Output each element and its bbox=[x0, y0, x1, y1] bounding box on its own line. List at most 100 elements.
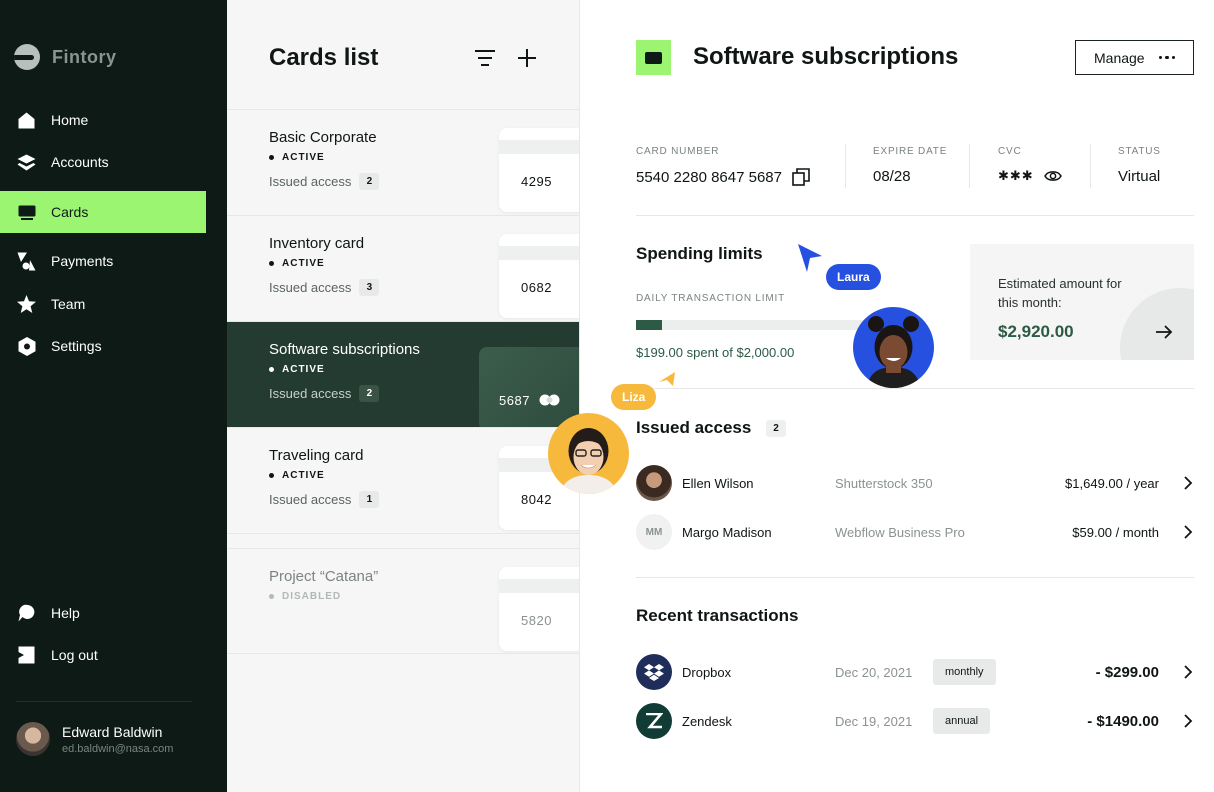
laura-cursor-icon bbox=[798, 244, 822, 272]
card-row-basic-corporate[interactable]: Basic Corporate ACTIVE Issued access 2 42… bbox=[227, 110, 579, 216]
nav-accounts[interactable]: Accounts bbox=[0, 141, 206, 183]
zendesk-icon bbox=[636, 703, 672, 739]
transaction-amount: - $299.00 bbox=[1095, 663, 1159, 681]
card-number-value: 5540 2280 8647 5687 bbox=[636, 168, 782, 186]
brand-name: Fintory bbox=[52, 46, 117, 67]
expire-value: 08/28 bbox=[873, 168, 911, 185]
filter-icon[interactable] bbox=[474, 48, 496, 68]
card-status: ACTIVE bbox=[269, 152, 325, 163]
transaction-name: Dropbox bbox=[682, 664, 732, 680]
card-row-project-catana[interactable]: Project “Catana” DISABLED 5820 bbox=[227, 548, 579, 654]
access-count-badge: 2 bbox=[359, 173, 380, 190]
liza-cursor-label: Liza bbox=[611, 384, 657, 410]
chevron-right-icon[interactable] bbox=[1182, 714, 1194, 728]
nav-home[interactable]: Home bbox=[0, 99, 206, 141]
transaction-row[interactable]: Dropbox Dec 20, 2021 monthly - $299.00 bbox=[636, 654, 1194, 690]
settings-icon bbox=[17, 336, 36, 356]
eye-icon[interactable] bbox=[1043, 169, 1062, 183]
nav-team[interactable]: Team bbox=[0, 283, 206, 325]
spending-limits-title: Spending limits bbox=[636, 244, 763, 263]
nav-settings[interactable]: Settings bbox=[0, 325, 206, 367]
expire-label: EXPIRE DATE bbox=[873, 146, 948, 157]
add-card-icon[interactable] bbox=[516, 47, 538, 69]
card-number-block: CARD NUMBER 5540 2280 8647 5687 bbox=[636, 146, 810, 186]
card-name: Inventory card bbox=[269, 235, 365, 252]
transaction-amount: - $1490.00 bbox=[1087, 712, 1159, 730]
access-count-badge: 2 bbox=[359, 385, 380, 402]
access-count-badge: 3 bbox=[359, 279, 380, 296]
transaction-row[interactable]: Zendesk Dec 19, 2021 annual - $1490.00 bbox=[636, 703, 1194, 739]
card-name: Traveling card bbox=[269, 447, 364, 464]
card-row-traveling[interactable]: Traveling card ACTIVE Issued access 1 804… bbox=[227, 428, 579, 534]
mini-card-preview: 0682 bbox=[499, 234, 579, 318]
card-access: Issued access 1 bbox=[269, 491, 380, 508]
limit-progress-fill bbox=[636, 320, 662, 330]
transaction-name: Zendesk bbox=[682, 713, 732, 729]
cvc-label: CVC bbox=[998, 146, 1022, 157]
nav-payments-label: Payments bbox=[51, 253, 114, 269]
mini-card-preview: 5820 bbox=[499, 567, 579, 651]
star-icon bbox=[17, 295, 36, 314]
issued-name: Margo Madison bbox=[682, 524, 772, 540]
sidebar: Fintory Home Accounts Cards Payments Tea… bbox=[0, 0, 227, 792]
issued-access-row[interactable]: Ellen Wilson Shutterstock 350 $1,649.00 … bbox=[636, 465, 1194, 501]
estimate-label: Estimated amount for this month: bbox=[998, 276, 1122, 310]
issued-access-row[interactable]: MM Margo Madison Webflow Business Pro $5… bbox=[636, 514, 1194, 550]
nav-logout-label: Log out bbox=[51, 647, 98, 663]
cvc-value: ✱✱✱ bbox=[998, 168, 1034, 183]
logout-icon bbox=[17, 646, 36, 665]
issued-access-title: Issued access 2 bbox=[636, 418, 787, 438]
card-status: ACTIVE bbox=[269, 470, 325, 481]
chevron-right-icon[interactable] bbox=[1182, 525, 1194, 539]
nav-help[interactable]: Help bbox=[0, 592, 206, 634]
status-label: STATUS bbox=[1118, 146, 1161, 157]
cards-list-panel: Cards list Basic Corporate ACTIVE Issued… bbox=[227, 0, 580, 792]
manage-button[interactable]: Manage bbox=[1075, 40, 1194, 75]
issued-name: Ellen Wilson bbox=[682, 475, 754, 491]
card-access: Issued access 2 bbox=[269, 385, 380, 402]
nav-cards[interactable]: Cards bbox=[0, 191, 206, 233]
user-profile[interactable]: Edward Baldwin ed.baldwin@nasa.com bbox=[16, 722, 173, 756]
chevron-right-icon[interactable] bbox=[1182, 665, 1194, 679]
card-icon bbox=[17, 203, 36, 222]
limit-progress-bar bbox=[636, 320, 891, 330]
nav-cards-label: Cards bbox=[51, 204, 89, 220]
detail-title: Software subscriptions bbox=[693, 43, 959, 70]
card-last-digits: 5687 bbox=[499, 393, 530, 408]
card-row-inventory[interactable]: Inventory card ACTIVE Issued access 3 068… bbox=[227, 216, 579, 322]
card-status: ACTIVE bbox=[269, 258, 325, 269]
mini-card-preview: 4295 bbox=[499, 128, 579, 212]
spent-text: $199.00 spent of $2,000.00 bbox=[636, 345, 795, 360]
card-row-software-subscriptions[interactable]: Software subscriptions ACTIVE Issued acc… bbox=[227, 322, 579, 428]
issued-amount: $59.00 / month bbox=[1072, 524, 1159, 540]
nav-payments[interactable]: Payments bbox=[0, 240, 206, 282]
access-count-badge: 1 bbox=[359, 491, 380, 508]
user-name: Edward Baldwin bbox=[62, 723, 163, 740]
brand[interactable]: Fintory bbox=[14, 44, 117, 70]
card-number-label: CARD NUMBER bbox=[636, 146, 720, 157]
copy-icon[interactable] bbox=[792, 168, 810, 186]
laura-avatar bbox=[853, 307, 934, 388]
nav-logout[interactable]: Log out bbox=[0, 634, 206, 676]
card-detail-panel: Software subscriptions Manage CARD NUMBE… bbox=[580, 0, 1214, 792]
card-name: Software subscriptions bbox=[269, 341, 420, 358]
home-icon bbox=[17, 111, 36, 130]
issued-amount: $1,649.00 / year bbox=[1065, 475, 1159, 491]
mastercard-icon bbox=[539, 394, 560, 406]
arrow-right-icon[interactable] bbox=[1154, 322, 1174, 342]
nav-help-label: Help bbox=[51, 605, 80, 621]
more-icon bbox=[1158, 55, 1175, 60]
issued-service: Webflow Business Pro bbox=[835, 524, 965, 540]
chevron-right-icon[interactable] bbox=[1182, 476, 1194, 490]
card-name: Project “Catana” bbox=[269, 568, 379, 585]
sidebar-divider bbox=[16, 701, 192, 702]
mini-card-preview: 5687 bbox=[479, 347, 579, 427]
card-last-digits: 4295 bbox=[521, 174, 552, 189]
daily-limit-label: DAILY TRANSACTION LIMIT bbox=[636, 293, 785, 304]
transaction-date: Dec 20, 2021 bbox=[835, 664, 913, 680]
issued-service: Shutterstock 350 bbox=[835, 475, 933, 491]
cvc-block: CVC ✱✱✱ bbox=[998, 146, 1062, 184]
card-status: DISABLED bbox=[269, 591, 341, 602]
status-block: STATUS Virtual bbox=[1118, 146, 1161, 185]
card-status: ACTIVE bbox=[269, 364, 325, 375]
